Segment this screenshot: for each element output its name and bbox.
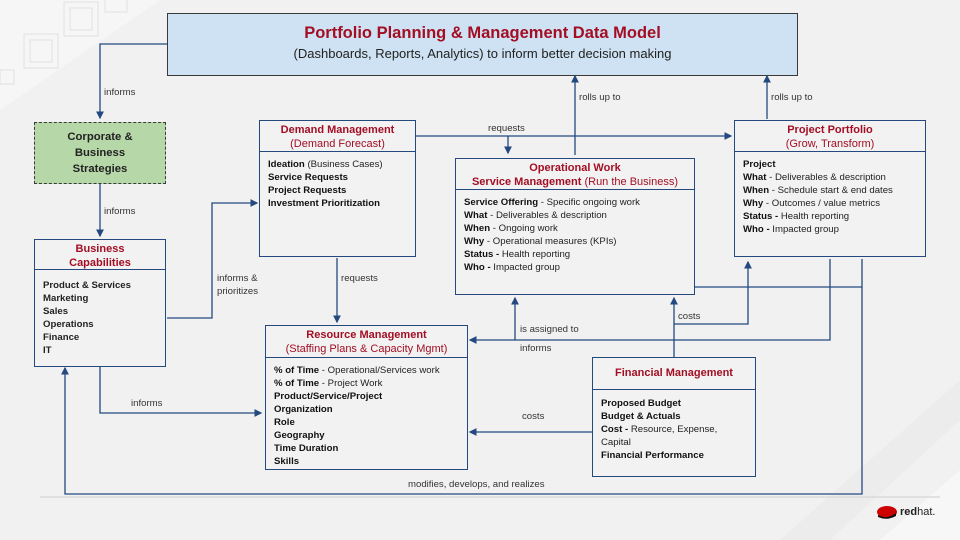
project-item: What - Deliverables & description — [743, 172, 886, 183]
capability-item: Product & Services — [43, 280, 131, 291]
label-modifies-develops-realizes: modifies, develops, and realizes — [408, 479, 545, 490]
resource-item: Skills — [274, 456, 300, 467]
arrow-capabilities-to-resource — [99, 366, 263, 417]
resource-item: % of Time - Project Work — [274, 378, 383, 389]
business-capabilities-box[interactable]: Business Capabilities Product & Services… — [34, 239, 166, 367]
project-portfolio-title: Project Portfolio — [787, 124, 873, 136]
resource-management-subtitle: (Staffing Plans & Capacity Mgmt) — [285, 343, 448, 355]
financial-item: Financial Performance — [601, 450, 704, 461]
resource-item: % of Time - Operational/Services work — [274, 365, 440, 376]
capability-item: Marketing — [43, 293, 89, 304]
project-portfolio-box[interactable]: Project Portfolio (Grow, Transform) Proj… — [734, 120, 926, 257]
resource-item: Product/Service/Project — [274, 391, 383, 402]
demand-item: Ideation (Business Cases) — [268, 159, 383, 170]
label-rolls-up-project: rolls up to — [771, 92, 813, 103]
operational-item: Service Offering - Specific ongoing work — [464, 197, 640, 208]
label-informs-resource: informs — [520, 343, 552, 354]
label-informs-capabilities-resource: informs — [131, 398, 163, 409]
project-item: Project — [743, 159, 776, 170]
financial-management-title: Financial Management — [615, 367, 733, 379]
arrow-title-to-corporate — [96, 43, 167, 120]
financial-item: Cost - Resource, Expense, Capital — [601, 424, 718, 448]
project-item: When - Schedule start & end dates — [743, 185, 893, 196]
financial-management-box[interactable]: Financial Management Proposed Budget Bud… — [592, 357, 756, 477]
operational-item: What - Deliverables & description — [464, 210, 607, 221]
project-item: Status - Health reporting — [743, 211, 850, 222]
label-informs-title-corporate: informs — [104, 87, 136, 98]
project-portfolio-subtitle: (Grow, Transform) — [785, 138, 875, 150]
demand-management-header: Demand Management (Demand Forecast) — [260, 121, 415, 152]
redhat-wordmark: redhat. — [900, 506, 936, 518]
business-capabilities-title: Business Capabilities — [69, 243, 131, 269]
redhat-logo: redhat. — [876, 504, 935, 520]
business-capabilities-list: Product & Services Marketing Sales Opera… — [35, 270, 165, 357]
operational-work-subtitle: Service Management (Run the Business) — [471, 176, 679, 188]
label-is-assigned-to: is assigned to — [520, 324, 579, 335]
demand-item: Investment Prioritization — [268, 198, 380, 209]
resource-item: Organization — [274, 404, 333, 415]
resource-management-header: Resource Management (Staffing Plans & Ca… — [266, 326, 467, 358]
financial-item: Proposed Budget — [601, 398, 681, 409]
financial-item: Budget & Actuals — [601, 411, 681, 422]
operational-work-title: Operational Work — [529, 162, 621, 174]
project-portfolio-list: Project What - Deliverables & descriptio… — [735, 152, 925, 236]
operational-item: Why - Operational measures (KPIs) — [464, 236, 617, 247]
operational-item: Who - Impacted group — [464, 262, 560, 273]
resource-item: Geography — [274, 430, 325, 441]
capability-item: Operations — [43, 319, 94, 330]
resource-item: Time Duration — [274, 443, 339, 454]
operational-item: Status - Health reporting — [464, 249, 571, 260]
arrow-capabilities-to-demand — [167, 199, 259, 319]
resource-management-box[interactable]: Resource Management (Staffing Plans & Ca… — [265, 325, 468, 470]
capability-item: IT — [43, 345, 52, 356]
page-title: Portfolio Planning & Management Data Mod… — [304, 24, 661, 42]
demand-management-list: Ideation (Business Cases) Service Reques… — [260, 152, 415, 210]
demand-management-subtitle: (Demand Forecast) — [290, 138, 385, 150]
label-costs-project: costs — [678, 311, 701, 322]
label-requests-demand-resource: requests — [341, 273, 378, 284]
project-item: Why - Outcomes / value metrics — [743, 198, 881, 209]
corporate-strategies-box[interactable]: Corporate & Business Strategies — [34, 122, 166, 184]
project-item: Who - Impacted group — [743, 224, 839, 235]
operational-work-header: Operational Work Service Management (Run… — [456, 159, 694, 190]
demand-management-box[interactable]: Demand Management (Demand Forecast) Idea… — [259, 120, 416, 257]
page-subtitle: (Dashboards, Reports, Analytics) to info… — [293, 46, 672, 61]
title-box: Portfolio Planning & Management Data Mod… — [167, 13, 798, 76]
business-capabilities-header: Business Capabilities — [35, 240, 165, 270]
resource-item: Role — [274, 417, 295, 428]
financial-management-list: Proposed Budget Budget & Actuals Cost - … — [593, 390, 755, 462]
resource-management-title: Resource Management — [306, 329, 427, 341]
operational-work-list: Service Offering - Specific ongoing work… — [456, 190, 694, 274]
label-requests-top: requests — [488, 123, 525, 134]
redhat-fedora-icon — [877, 506, 897, 519]
financial-management-header: Financial Management — [593, 358, 755, 390]
corporate-strategies-label: Corporate & Business Strategies — [67, 131, 133, 175]
capability-item: Sales — [43, 306, 69, 317]
demand-item: Project Requests — [268, 185, 347, 196]
label-informs-prioritizes: informs & prioritizes — [217, 273, 259, 297]
operational-work-box[interactable]: Operational Work Service Management (Run… — [455, 158, 695, 295]
demand-item: Service Requests — [268, 172, 348, 183]
capability-item: Finance — [43, 332, 80, 343]
operational-item: When - Ongoing work — [464, 223, 558, 234]
label-costs-resource: costs — [522, 411, 545, 422]
resource-management-list: % of Time - Operational/Services work % … — [266, 358, 467, 468]
project-portfolio-header: Project Portfolio (Grow, Transform) — [735, 121, 925, 152]
label-rolls-up-operational: rolls up to — [579, 92, 621, 103]
label-informs-corporate-capabilities: informs — [104, 206, 136, 217]
demand-management-title: Demand Management — [280, 124, 395, 136]
